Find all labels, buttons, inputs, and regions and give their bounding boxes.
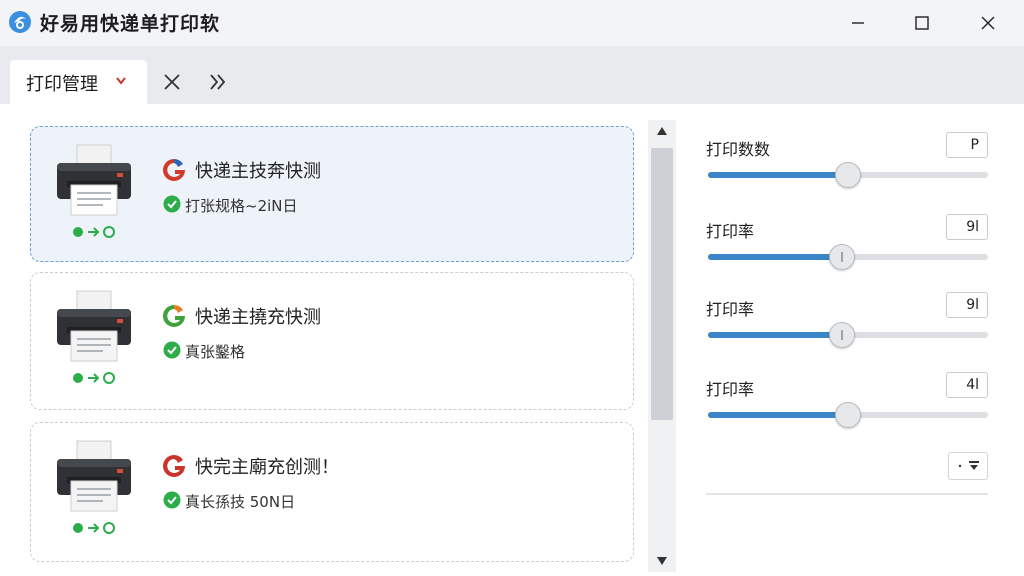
job-subtitle: 真长孫技 50N日: [185, 493, 296, 511]
sort-filter-icon: [958, 461, 979, 470]
status-indicator-icon: [73, 226, 115, 238]
chevron-down-icon[interactable]: [116, 77, 126, 85]
slider-thumb[interactable]: [829, 244, 855, 270]
minimize-icon: [852, 22, 864, 24]
triangle-up-icon: [657, 127, 667, 135]
setting-slider[interactable]: [708, 162, 988, 188]
scroll-down-button[interactable]: [648, 550, 676, 572]
slider-fill: [708, 412, 848, 418]
setting-value-input[interactable]: P: [946, 132, 988, 158]
slider-thumb[interactable]: [835, 402, 861, 428]
slider-fill: [708, 254, 842, 260]
title-bar: 好易用快递单打印软: [0, 0, 1024, 46]
setting-slider[interactable]: [708, 244, 988, 270]
vertical-scrollbar[interactable]: [648, 120, 676, 572]
setting-value-input[interactable]: 9l: [946, 292, 988, 318]
setting-label: 打印率: [706, 222, 755, 241]
print-job-card[interactable]: 快递主撓充快测 真张鑿格: [30, 272, 634, 410]
job-title: 快递主技奔快测: [195, 161, 321, 182]
courier-logo-icon: [163, 305, 185, 327]
close-button[interactable]: [958, 0, 1018, 46]
status-indicator-icon: [73, 372, 115, 384]
slider-fill: [708, 332, 842, 338]
status-indicator-icon: [73, 522, 115, 534]
check-circle-icon: [163, 195, 181, 213]
tab-strip: [0, 46, 1024, 104]
setting-label: 打印数数: [706, 140, 771, 159]
setting-row: 打印数数 P: [706, 132, 988, 206]
maximize-icon: [915, 16, 929, 30]
double-chevron-right-icon[interactable]: [206, 70, 230, 94]
panel-divider: [706, 493, 988, 495]
tab-label: 打印管理: [26, 74, 98, 95]
check-circle-icon: [163, 491, 181, 509]
print-job-card[interactable]: 快递主技奔快测 打张规格~2iN日: [30, 126, 634, 262]
setting-label: 打印率: [706, 380, 755, 399]
print-job-card[interactable]: 快完主廟充创测！ 真长孫技 50N日: [30, 422, 634, 562]
tab-close-icon[interactable]: [160, 70, 184, 94]
app-title: 好易用快递单打印软: [40, 13, 221, 35]
setting-row: 打印率 9l: [706, 214, 988, 288]
printer-icon: [57, 290, 131, 362]
main-content: 快递主技奔快测 打张规格~2iN日 快递主撓充快测 真张鑿格 快完主廟充创测！ …: [0, 104, 1024, 576]
printer-icon: [57, 144, 131, 216]
app-logo-icon: [9, 11, 31, 33]
setting-value-input[interactable]: 9l: [946, 214, 988, 240]
slider-thumb[interactable]: [835, 162, 861, 188]
job-title: 快完主廟充创测！: [195, 457, 339, 478]
setting-row: 打印率 9l: [706, 292, 988, 366]
triangle-down-icon: [657, 557, 667, 565]
slider-fill: [708, 172, 848, 178]
setting-row: 打印率 4l: [706, 372, 988, 446]
sort-filter-button[interactable]: [948, 452, 988, 480]
job-subtitle: 真张鑿格: [185, 343, 246, 361]
tab-print-management[interactable]: 打印管理: [10, 60, 147, 104]
printer-icon: [57, 440, 131, 512]
setting-value-input[interactable]: 4l: [946, 372, 988, 398]
check-circle-icon: [163, 341, 181, 359]
minimize-button[interactable]: [828, 0, 888, 46]
maximize-button[interactable]: [892, 0, 952, 46]
slider-thumb[interactable]: [829, 322, 855, 348]
courier-logo-icon: [163, 455, 185, 477]
setting-label: 打印率: [706, 300, 755, 319]
job-subtitle: 打张规格~2iN日: [185, 197, 298, 215]
scroll-up-button[interactable]: [648, 120, 676, 142]
job-title: 快递主撓充快测: [195, 307, 321, 328]
setting-slider[interactable]: [708, 322, 988, 348]
courier-logo-icon: [163, 159, 185, 181]
close-icon: [981, 16, 995, 30]
setting-slider[interactable]: [708, 402, 988, 428]
scroll-thumb[interactable]: [651, 148, 673, 420]
